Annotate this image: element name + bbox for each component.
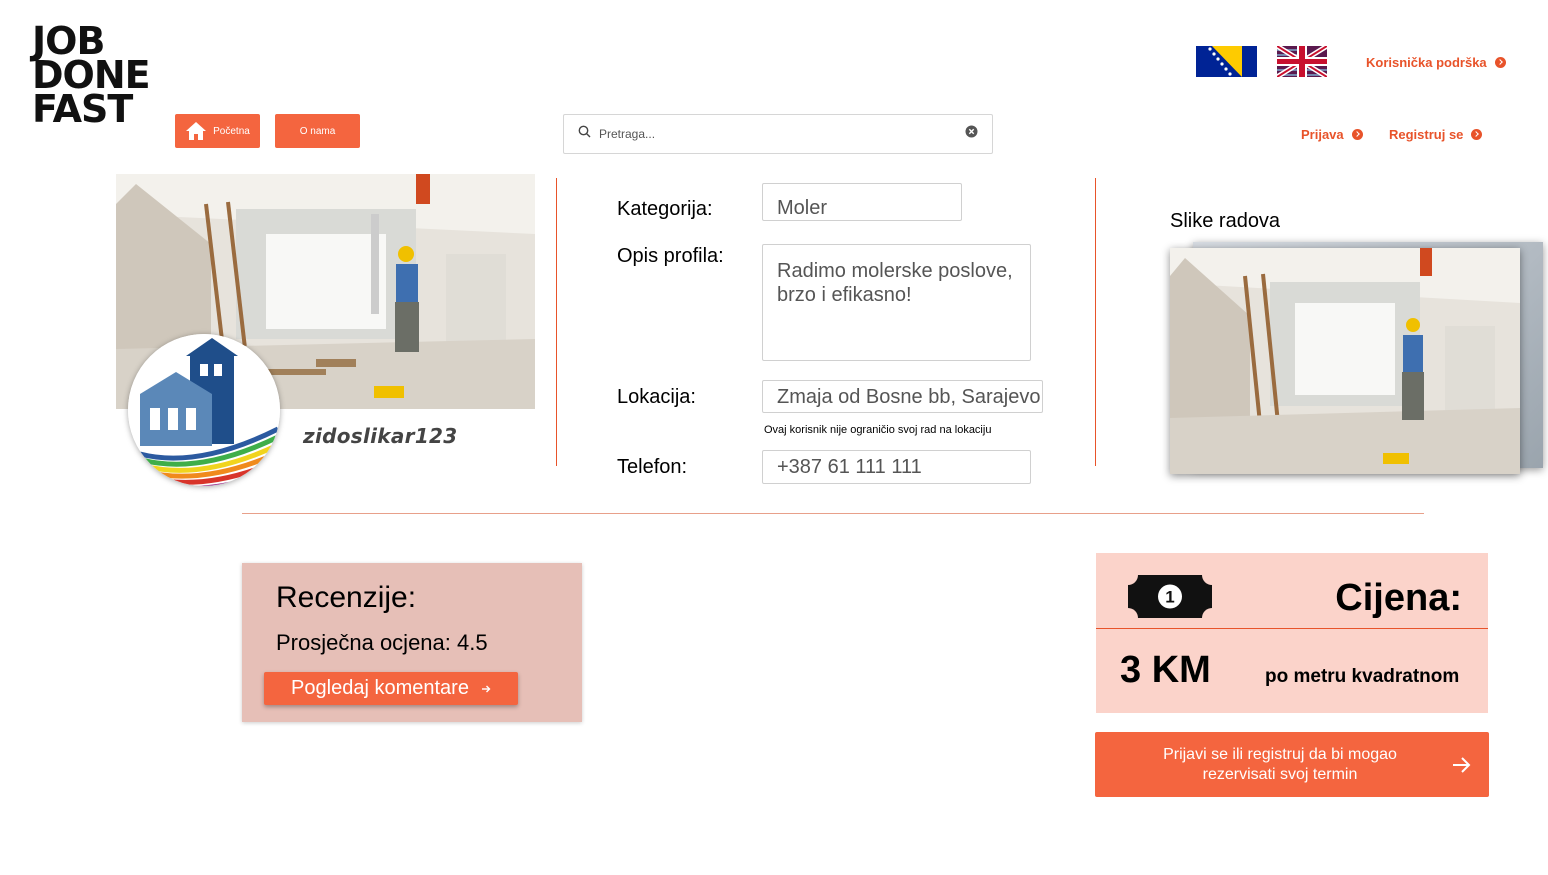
svg-text:1: 1 (1165, 588, 1174, 607)
login-label: Prijava (1301, 127, 1344, 142)
arrow-right-icon (481, 677, 491, 700)
price-card: 1 Cijena: 3 KM po metru kvadratnom (1096, 553, 1488, 713)
logo[interactable]: JOB DONE FAST (32, 22, 151, 131)
reviews-title: Recenzije: (276, 581, 417, 614)
clear-icon[interactable] (965, 125, 978, 143)
logo-line-3: FAST (32, 87, 133, 131)
separator-right (1095, 178, 1096, 466)
support-link[interactable]: Korisnička podrška (1366, 55, 1506, 70)
about-button[interactable]: O nama (275, 114, 360, 148)
username: zidoslikar123 (303, 424, 458, 448)
phone-label: Telefon: (617, 456, 688, 478)
uk-flag-icon[interactable] (1275, 43, 1329, 80)
price-unit: po metru kvadratnom (1265, 666, 1460, 687)
price-amount: 3 KM (1120, 649, 1211, 691)
bosnia-flag-icon[interactable] (1196, 46, 1257, 77)
arrow-circle-icon (1351, 129, 1363, 140)
separator-left (556, 178, 557, 466)
location-label: Lokacija: (617, 386, 696, 408)
search-icon (578, 125, 591, 143)
price-title: Cijena: (1335, 577, 1462, 619)
home-label: Početna (213, 125, 250, 137)
register-label: Registruj se (1389, 127, 1464, 142)
gallery-title: Slike radova (1170, 210, 1281, 232)
phone-field[interactable]: +387 61 111 111 (762, 450, 1031, 484)
search-input[interactable] (599, 127, 965, 141)
arrow-circle-icon (1494, 57, 1506, 68)
arrow-right-icon (1435, 756, 1489, 774)
section-divider (242, 513, 1424, 514)
cta-label: Prijavi se ili registruj da bi mogao rez… (1163, 745, 1397, 783)
money-bill-icon: 1 (1128, 575, 1212, 623)
house-logo-icon (128, 334, 280, 486)
price-divider (1096, 628, 1488, 629)
login-link[interactable]: Prijava (1301, 127, 1363, 142)
home-button[interactable]: Početna (175, 114, 260, 148)
location-field[interactable]: Zmaja od Bosne bb, Sarajevo (762, 380, 1043, 413)
login-register-cta-button[interactable]: Prijavi se ili registruj da bi mogao rez… (1095, 732, 1489, 797)
register-link[interactable]: Registruj se (1389, 127, 1483, 142)
average-rating: Prosječna ocjena: 4.5 (276, 630, 488, 655)
arrow-circle-icon (1471, 129, 1483, 140)
search-bar (563, 114, 993, 154)
support-label: Korisnička podrška (1366, 55, 1487, 70)
category-field[interactable]: Moler (762, 183, 962, 221)
gallery-image[interactable] (1170, 248, 1520, 474)
reviews-card: Recenzije: Prosječna ocjena: 4.5 Pogleda… (242, 563, 582, 722)
about-label: O nama (299, 125, 336, 137)
location-note: Ovaj korisnik nije ograničio svoj rad na… (764, 424, 992, 436)
home-icon (185, 121, 207, 141)
profile-avatar (128, 334, 280, 486)
category-label: Kategorija: (617, 198, 713, 220)
view-comments-button[interactable]: Pogledaj komentare (264, 672, 518, 705)
description-label: Opis profila: (617, 245, 724, 267)
view-comments-label: Pogledaj komentare (291, 677, 469, 699)
description-field[interactable]: Radimo molerske poslove, brzo i efikasno… (762, 244, 1031, 361)
